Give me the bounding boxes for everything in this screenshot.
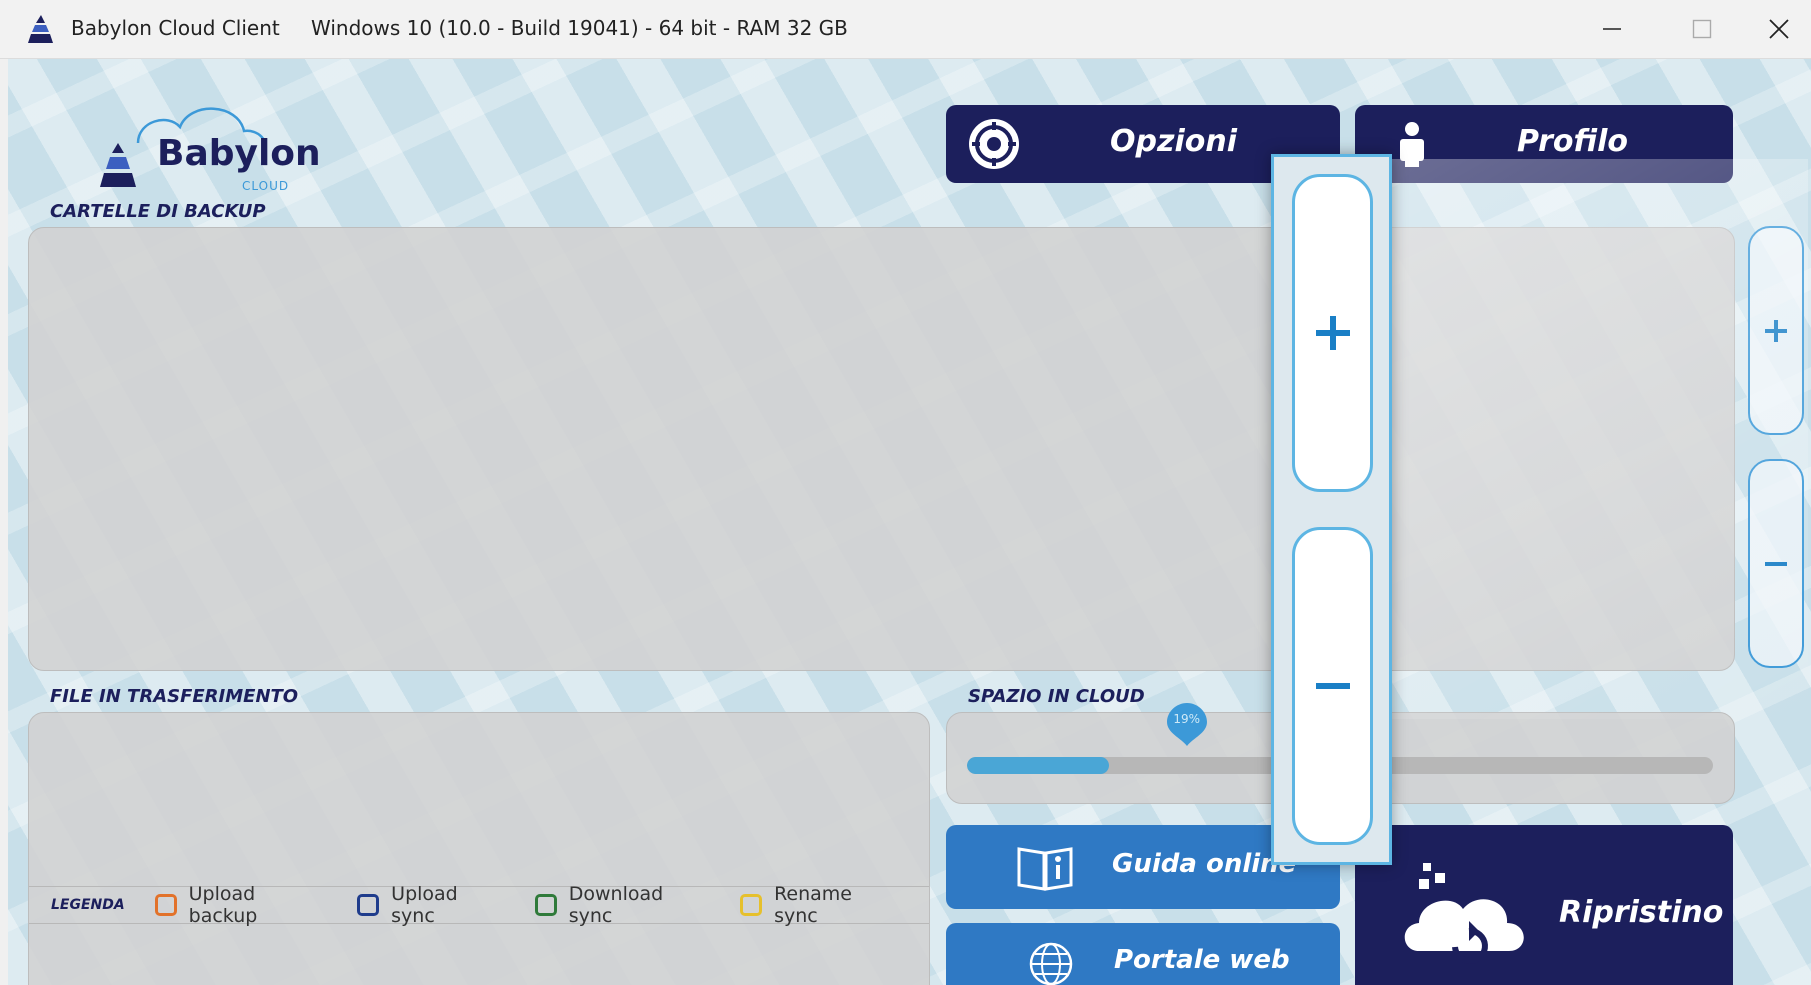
close-icon <box>1769 19 1789 39</box>
app-logo-icon <box>28 15 53 43</box>
legend-download-sync: Download sync <box>534 883 712 927</box>
restore-label: Ripristino <box>1559 895 1724 930</box>
legend-bar: LEGENDA Upload backup Upload sync Downlo… <box>29 883 929 927</box>
cloud-usage-badge: 19% <box>1165 701 1209 747</box>
profile-user-icon <box>1400 122 1424 167</box>
options-label: Opzioni <box>1110 124 1237 159</box>
cloud-space-fill <box>967 757 1109 774</box>
minus-icon <box>1315 683 1350 689</box>
window-titlebar: Babylon Cloud Client Windows 10 (10.0 - … <box>0 0 1811 59</box>
logo-brand-text: Babylon <box>157 133 321 174</box>
legend-color-swatch <box>534 894 557 916</box>
legend-label: Upload sync <box>391 883 458 927</box>
legend-color-swatch <box>740 894 763 916</box>
transfer-panel: LEGENDA Upload backup Upload sync Downlo… <box>28 712 930 985</box>
system-info: Windows 10 (10.0 - Build 19041) - 64 bit… <box>311 16 848 40</box>
minimize-icon <box>1603 28 1621 30</box>
online-guide-label: Guida online <box>1112 849 1297 879</box>
backup-folders-title: CARTELLE DI BACKUP <box>50 201 266 222</box>
close-button[interactable] <box>1747 0 1811 58</box>
overlay-remove-button[interactable] <box>1292 527 1373 845</box>
app-content: Babylon CLOUD Opzioni Profilo CARTELLE D… <box>8 59 1811 985</box>
babylon-logo: Babylon CLOUD <box>98 91 321 201</box>
globe-icon <box>1029 942 1073 985</box>
maximize-button[interactable] <box>1657 0 1747 58</box>
add-folder-button[interactable] <box>1748 226 1804 435</box>
legend-rename-sync: Rename sync <box>740 883 901 927</box>
legend-upload-backup: Upload backup <box>154 883 330 927</box>
legend-label: Upload backup <box>188 883 258 927</box>
minimize-button[interactable] <box>1567 0 1657 58</box>
legend-upload-sync: Upload sync <box>357 883 507 927</box>
backup-folders-panel <box>28 227 1735 671</box>
minus-icon <box>1765 561 1787 566</box>
book-info-icon <box>1017 847 1073 891</box>
cloud-restore-icon <box>1404 863 1524 964</box>
profile-label: Profilo <box>1517 124 1628 159</box>
logo-sub-text: CLOUD <box>242 179 290 193</box>
legend-label: Rename sync <box>774 883 852 927</box>
legend-label: Download sync <box>568 883 664 927</box>
legend-color-swatch <box>154 894 177 916</box>
window-title: Babylon Cloud Client <box>71 16 280 40</box>
profile-button[interactable]: Profilo <box>1355 105 1733 183</box>
transfer-title: FILE IN TRASFERIMENTO <box>50 686 299 707</box>
remove-folder-button[interactable] <box>1748 459 1804 668</box>
restore-button[interactable]: Ripristino <box>1355 825 1733 985</box>
cloud-usage-percent: 19% <box>1173 712 1201 726</box>
legend-title: LEGENDA <box>51 897 125 913</box>
plus-icon <box>1315 316 1350 350</box>
web-portal-label: Portale web <box>1114 945 1290 975</box>
maximize-icon <box>1692 19 1712 39</box>
zoom-overlay <box>1271 154 1392 865</box>
cloud-space-title: SPAZIO IN CLOUD <box>968 686 1145 707</box>
legend-color-swatch <box>357 894 380 916</box>
web-portal-button[interactable]: Portale web <box>946 923 1340 985</box>
options-gear-icon <box>969 119 1019 169</box>
plus-icon <box>1765 319 1787 342</box>
overlay-add-button[interactable] <box>1292 174 1373 492</box>
